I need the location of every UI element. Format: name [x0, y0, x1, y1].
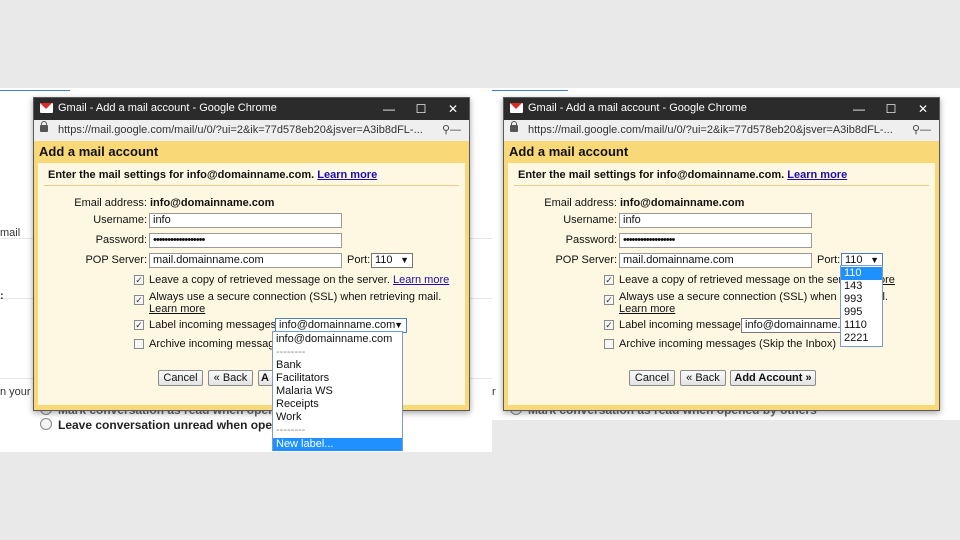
- port-option[interactable]: 143: [841, 280, 882, 293]
- password-input[interactable]: ••••••••••••••••••: [149, 233, 342, 248]
- close-icon[interactable]: ✕: [915, 101, 931, 117]
- archive-checkbox[interactable]: [134, 339, 144, 349]
- port-label: Port:: [347, 254, 371, 266]
- intro-text: Enter the mail settings for info@domainn…: [48, 169, 378, 181]
- password-label: Password:: [565, 234, 617, 246]
- username-input[interactable]: info: [619, 213, 812, 228]
- label-incoming-text: Label incoming messages:: [619, 319, 750, 331]
- port-dropdown-list[interactable]: 110 143 993 995 1110 2221: [840, 265, 883, 347]
- password-input[interactable]: ••••••••••••••••••: [619, 233, 812, 248]
- pop-server-label: POP Server:: [85, 254, 147, 266]
- ssl-text: Always use a secure connection (SSL) whe…: [149, 291, 442, 303]
- bg-partial-r: r: [492, 386, 496, 398]
- left-chrome-window: Gmail - Add a mail account - Google Chro…: [33, 97, 470, 411]
- bg-partial-mail: mail: [0, 227, 21, 239]
- address-bar[interactable]: https://mail.google.com/mail/u/0/?ui=2&i…: [504, 120, 939, 142]
- lock-icon: [40, 121, 48, 132]
- back-button[interactable]: « Back: [208, 370, 253, 386]
- port-select[interactable]: 110 ▼: [371, 253, 413, 268]
- cancel-button[interactable]: Cancel: [629, 370, 675, 386]
- label-option[interactable]: Malaria WS: [273, 385, 402, 398]
- ssl-checkbox[interactable]: ✓: [134, 295, 144, 305]
- dialog-title: Add a mail account: [509, 144, 629, 159]
- address-url: https://mail.google.com/mail/u/0/?ui=2&i…: [528, 124, 893, 136]
- port-option[interactable]: 1110: [841, 319, 882, 332]
- port-option[interactable]: 110: [841, 267, 882, 280]
- key-icon[interactable]: ⚲—: [442, 123, 461, 136]
- leave-copy-checkbox[interactable]: ✓: [134, 275, 144, 285]
- dialog-header: Add a mail account: [504, 141, 939, 163]
- label-select[interactable]: info@domainname.c: [741, 318, 841, 333]
- archive-checkbox[interactable]: [604, 339, 614, 349]
- add-account-button[interactable]: Add Account »: [730, 370, 816, 386]
- minimize-icon[interactable]: —: [381, 101, 397, 117]
- label-dropdown-list[interactable]: info@domainname.com -------- Bank Facili…: [272, 331, 403, 451]
- pop-server-label: POP Server:: [555, 254, 617, 266]
- learn-more-link[interactable]: Learn more: [787, 169, 847, 181]
- pop-server-input[interactable]: mail.domainname.com: [619, 253, 812, 268]
- port-option[interactable]: 995: [841, 306, 882, 319]
- ssl-text: Always use a secure connection (SSL) whe…: [619, 291, 859, 303]
- key-icon[interactable]: ⚲—: [912, 123, 931, 136]
- label-incoming-checkbox[interactable]: ✓: [604, 320, 614, 330]
- email-value: info@domainname.com: [150, 197, 275, 209]
- maximize-icon[interactable]: ☐: [883, 101, 899, 117]
- divider: [514, 185, 929, 186]
- radio-icon: [40, 418, 52, 430]
- dialog-title: Add a mail account: [39, 144, 159, 159]
- leave-copy-learn-more-link[interactable]: Learn more: [393, 274, 449, 286]
- right-chrome-window: Gmail - Add a mail account - Google Chro…: [503, 97, 940, 411]
- window-titlebar[interactable]: Gmail - Add a mail account - Google Chro…: [504, 98, 939, 120]
- label-option-new-label[interactable]: New label...: [273, 438, 402, 451]
- label-option[interactable]: Receipts: [273, 398, 402, 411]
- cancel-button[interactable]: Cancel: [158, 370, 203, 386]
- maximize-icon[interactable]: ☐: [413, 101, 429, 117]
- leave-copy-checkbox[interactable]: ✓: [604, 275, 614, 285]
- dropdown-arrow-icon: ▼: [400, 255, 409, 265]
- email-label: Email address:: [74, 197, 147, 209]
- label-option-separator: --------: [276, 424, 306, 436]
- label-option[interactable]: Facilitators: [273, 372, 402, 385]
- label-option[interactable]: Work: [273, 411, 402, 424]
- window-title: Gmail - Add a mail account - Google Chro…: [528, 102, 747, 114]
- ssl-learn-more-link[interactable]: Learn more: [149, 303, 205, 315]
- label-option-separator: --------: [276, 346, 306, 358]
- port-label: Port:: [817, 254, 841, 266]
- address-url: https://mail.google.com/mail/u/0/?ui=2&i…: [58, 124, 423, 136]
- username-label: Username:: [563, 214, 617, 226]
- leave-copy-text: Leave a copy of retrieved message on the…: [149, 274, 450, 286]
- learn-more-link[interactable]: Learn more: [317, 169, 377, 181]
- archive-text: Archive incoming messages (Skip the Inbo…: [619, 338, 837, 350]
- bg-partial-colon: :: [0, 290, 4, 302]
- lock-icon: [510, 121, 518, 132]
- window-title: Gmail - Add a mail account - Google Chro…: [58, 102, 277, 114]
- leave-copy-text: Leave a copy of retrieved message on the…: [619, 274, 860, 286]
- divider: [44, 185, 459, 186]
- label-incoming-checkbox[interactable]: ✓: [134, 320, 144, 330]
- pop-server-input[interactable]: mail.domainname.com: [149, 253, 342, 268]
- password-label: Password:: [95, 234, 147, 246]
- archive-text: Archive incoming messages: [149, 338, 286, 350]
- intro-text: Enter the mail settings for info@domainn…: [518, 169, 848, 181]
- back-button[interactable]: « Back: [680, 370, 726, 386]
- label-option[interactable]: info@domainname.com: [273, 333, 402, 346]
- label-option[interactable]: Bank: [273, 359, 402, 372]
- gmail-icon: [40, 103, 53, 113]
- gmail-icon: [510, 103, 523, 113]
- username-label: Username:: [93, 214, 147, 226]
- port-option[interactable]: 2221: [841, 332, 882, 345]
- close-icon[interactable]: ✕: [445, 101, 461, 117]
- username-input[interactable]: info: [149, 213, 342, 228]
- bg-partial-on-your: n your: [0, 386, 31, 398]
- email-value: info@domainname.com: [620, 197, 745, 209]
- address-bar[interactable]: https://mail.google.com/mail/u/0/?ui=2&i…: [34, 120, 469, 142]
- port-option[interactable]: 993: [841, 293, 882, 306]
- ssl-learn-more-link[interactable]: Learn more: [619, 303, 675, 315]
- minimize-icon[interactable]: —: [851, 101, 867, 117]
- ssl-checkbox[interactable]: ✓: [604, 295, 614, 305]
- email-label: Email address:: [544, 197, 617, 209]
- dialog-header: Add a mail account: [34, 141, 469, 163]
- label-incoming-text: Label incoming messages:: [149, 319, 280, 331]
- window-titlebar[interactable]: Gmail - Add a mail account - Google Chro…: [34, 98, 469, 120]
